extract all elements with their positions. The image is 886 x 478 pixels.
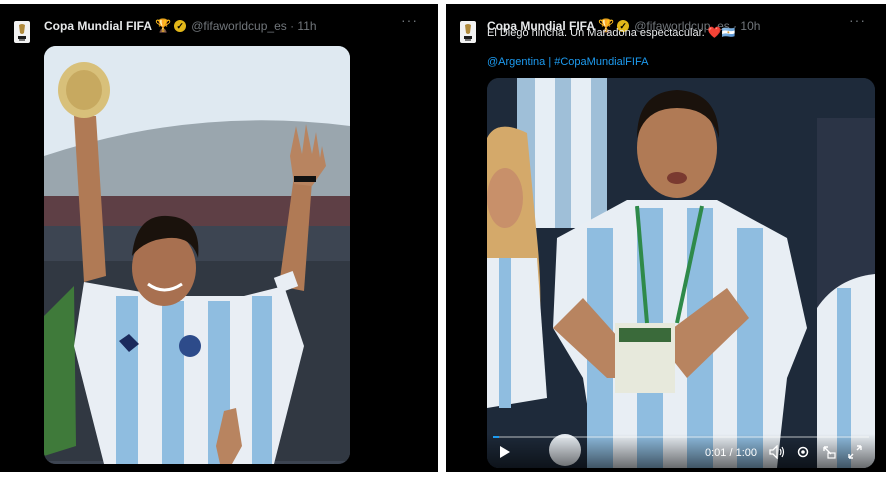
maradona-trophy-photo xyxy=(44,46,350,464)
post-header: Copa Mundial FIFA 🏆 ✓ @fifaworldcup_es ·… xyxy=(44,12,428,36)
post-left: Copa Mundial FIFA 🏆 ✓ @fifaworldcup_es ·… xyxy=(0,4,438,472)
fullscreen-icon[interactable] xyxy=(847,444,863,460)
maradona-anthem-video-frame xyxy=(487,78,875,468)
handle-and-time[interactable]: @fifaworldcup_es · 11h xyxy=(191,19,316,33)
post-right: Copa Mundial FIFA 🏆 ✓ @fifaworldcup_es ·… xyxy=(446,4,886,472)
tag-separator: | xyxy=(548,56,552,68)
fifa-avatar-icon[interactable] xyxy=(12,20,32,44)
tweet-tags: @Argentina | #CopaMundialFIFA xyxy=(487,56,648,68)
hashtag-link[interactable]: #CopaMundialFIFA xyxy=(554,56,648,68)
play-icon[interactable] xyxy=(497,444,513,460)
settings-icon[interactable] xyxy=(795,444,811,460)
video-time: 0:01 / 1:00 xyxy=(705,447,757,459)
volume-icon[interactable] xyxy=(769,444,785,460)
mention-argentina-link[interactable]: @Argentina xyxy=(487,56,545,68)
video-progress-fill xyxy=(493,436,500,438)
verified-badge-icon: ✓ xyxy=(174,20,187,32)
tweet-emoji: ❤️🇦🇷 xyxy=(707,27,736,39)
video-player[interactable]: 0:01 / 1:00 xyxy=(487,78,875,468)
tweet-body: El Diego hincha. Un Maradona espectacula… xyxy=(487,27,705,39)
more-options-icon[interactable]: ··· xyxy=(849,12,866,28)
more-options-icon[interactable]: ··· xyxy=(401,12,418,28)
account-name[interactable]: Copa Mundial FIFA xyxy=(44,19,152,33)
video-progress-bar[interactable] xyxy=(493,436,869,438)
video-controls xyxy=(487,434,875,468)
trophy-icon: 🏆 xyxy=(155,18,172,33)
post-image[interactable] xyxy=(44,46,350,464)
tweet-text: El Diego hincha. Un Maradona espectacula… xyxy=(487,26,735,39)
picture-in-picture-icon[interactable] xyxy=(821,444,837,460)
fifa-avatar-icon[interactable] xyxy=(458,20,478,44)
